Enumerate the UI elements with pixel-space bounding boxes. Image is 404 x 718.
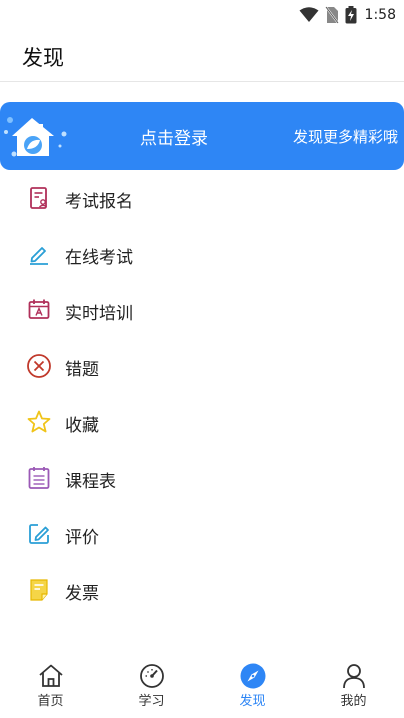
house-leaf-icon — [4, 117, 67, 157]
tab-label: 学习 — [138, 694, 165, 709]
menu-item-invoice[interactable]: 发票 — [0, 562, 404, 618]
menu-item-label: 发票 — [65, 584, 99, 604]
login-banner[interactable]: 点击登录 发现更多精彩哦 — [0, 102, 404, 170]
menu-item-label: 评价 — [65, 528, 99, 548]
menu-item-label: 错题 — [65, 360, 99, 380]
bottom-tab-bar: 首页 学习 发现 我的 — [0, 655, 404, 718]
battery-charging-icon — [345, 6, 357, 24]
invoice-icon — [30, 579, 48, 601]
compass-icon — [240, 663, 265, 689]
tab-mine[interactable]: 我的 — [303, 655, 404, 718]
menu-item-label: 收藏 — [65, 416, 99, 436]
menu-item-label: 课程表 — [65, 472, 116, 492]
edit-icon — [29, 524, 49, 544]
star-icon — [27, 410, 51, 433]
status-time: 1:58 — [364, 7, 396, 23]
person-icon — [342, 664, 365, 689]
menu-item-label: 考试报名 — [65, 192, 133, 212]
login-label[interactable]: 点击登录 — [140, 124, 208, 149]
calendar-a-icon — [28, 299, 50, 319]
menu-item-exam-registration[interactable]: 考试报名 — [0, 170, 404, 226]
tab-study[interactable]: 学习 — [101, 655, 202, 718]
no-sim-icon — [324, 6, 339, 24]
banner-slogan: 发现更多精彩哦 — [292, 128, 398, 146]
wifi-icon — [299, 7, 319, 22]
status-icons: 1:58 — [299, 4, 396, 26]
menu-item-wrong-questions[interactable]: 错题 — [0, 338, 404, 394]
status-bar: 1:58 — [0, 0, 404, 30]
menu-item-label: 在线考试 — [65, 248, 133, 268]
header: 发现 — [0, 30, 404, 82]
menu-item-label: 实时培训 — [65, 304, 133, 324]
menu-item-schedule[interactable]: 课程表 — [0, 450, 404, 506]
wrong-circle-icon — [27, 354, 51, 378]
tab-discover[interactable]: 发现 — [202, 655, 303, 718]
discover-menu: 考试报名 在线考试 实时培训 错题 收藏 课程表 评价 发票 — [0, 170, 404, 618]
pen-icon — [30, 247, 48, 265]
schedule-icon — [28, 467, 50, 489]
tab-home[interactable]: 首页 — [0, 655, 101, 718]
home-icon — [38, 664, 63, 687]
tab-label: 我的 — [340, 694, 367, 709]
menu-item-online-exam[interactable]: 在线考试 — [0, 226, 404, 282]
gauge-icon — [139, 664, 164, 688]
menu-item-evaluation[interactable]: 评价 — [0, 506, 404, 562]
tab-label: 发现 — [239, 694, 266, 709]
menu-item-favorites[interactable]: 收藏 — [0, 394, 404, 450]
exam-registration-icon — [30, 187, 47, 209]
tab-label: 首页 — [37, 694, 64, 709]
menu-item-live-training[interactable]: 实时培训 — [0, 282, 404, 338]
page-title: 发现 — [22, 46, 64, 70]
